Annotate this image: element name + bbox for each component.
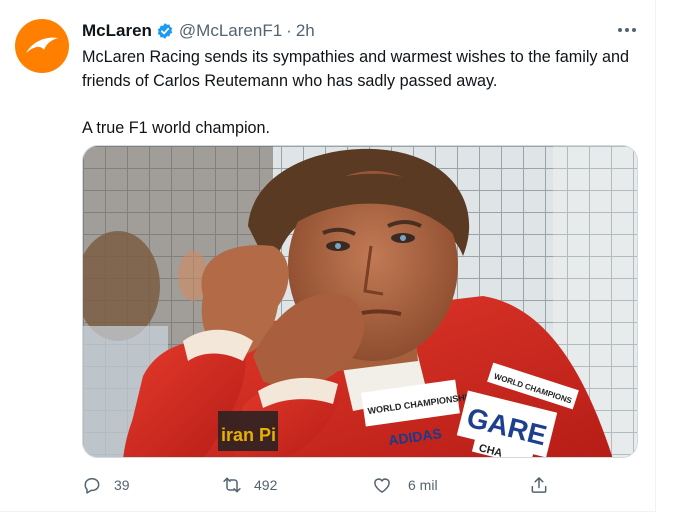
retweet-icon xyxy=(223,477,241,493)
like-icon xyxy=(374,478,390,493)
like-count: 6 mil xyxy=(408,477,438,493)
tweet-photo[interactable]: iran Pi WORLD CHAMPIONSHIP ADIDAS WORLD … xyxy=(82,145,638,458)
more-button[interactable] xyxy=(612,20,642,40)
jacket-brand-text: iran Pi xyxy=(221,425,276,445)
tweet-text-paragraph-2: A true F1 world champion. xyxy=(82,119,271,137)
avatar[interactable] xyxy=(15,19,69,73)
more-icon xyxy=(618,28,636,32)
tweet-actions: 39 492 6 mil xyxy=(0,470,656,500)
share-button[interactable] xyxy=(529,470,549,500)
author-handle[interactable]: @McLarenF1 xyxy=(179,20,282,42)
like-button[interactable]: 6 mil xyxy=(372,470,438,500)
reply-button[interactable]: 39 xyxy=(82,470,130,500)
tweet-timestamp[interactable]: 2h xyxy=(296,20,315,42)
separator-dot: · xyxy=(286,21,292,40)
tweet-card: McLaren @McLarenF1 · 2h McLaren Racing s… xyxy=(0,0,656,512)
author-name[interactable]: McLaren xyxy=(82,20,152,42)
verified-badge-icon xyxy=(156,22,174,40)
reply-count: 39 xyxy=(114,477,130,493)
tweet-text-paragraph-1: McLaren Racing sends its sympathies and … xyxy=(82,48,630,90)
tweet-text: McLaren Racing sends its sympathies and … xyxy=(82,45,642,140)
mclaren-logo-icon xyxy=(26,37,58,53)
share-icon xyxy=(531,477,547,493)
retweet-count: 492 xyxy=(254,477,278,493)
reply-icon xyxy=(84,478,100,494)
tweet-header: McLaren @McLarenF1 · 2h xyxy=(82,20,315,42)
retweet-button[interactable]: 492 xyxy=(222,470,277,500)
